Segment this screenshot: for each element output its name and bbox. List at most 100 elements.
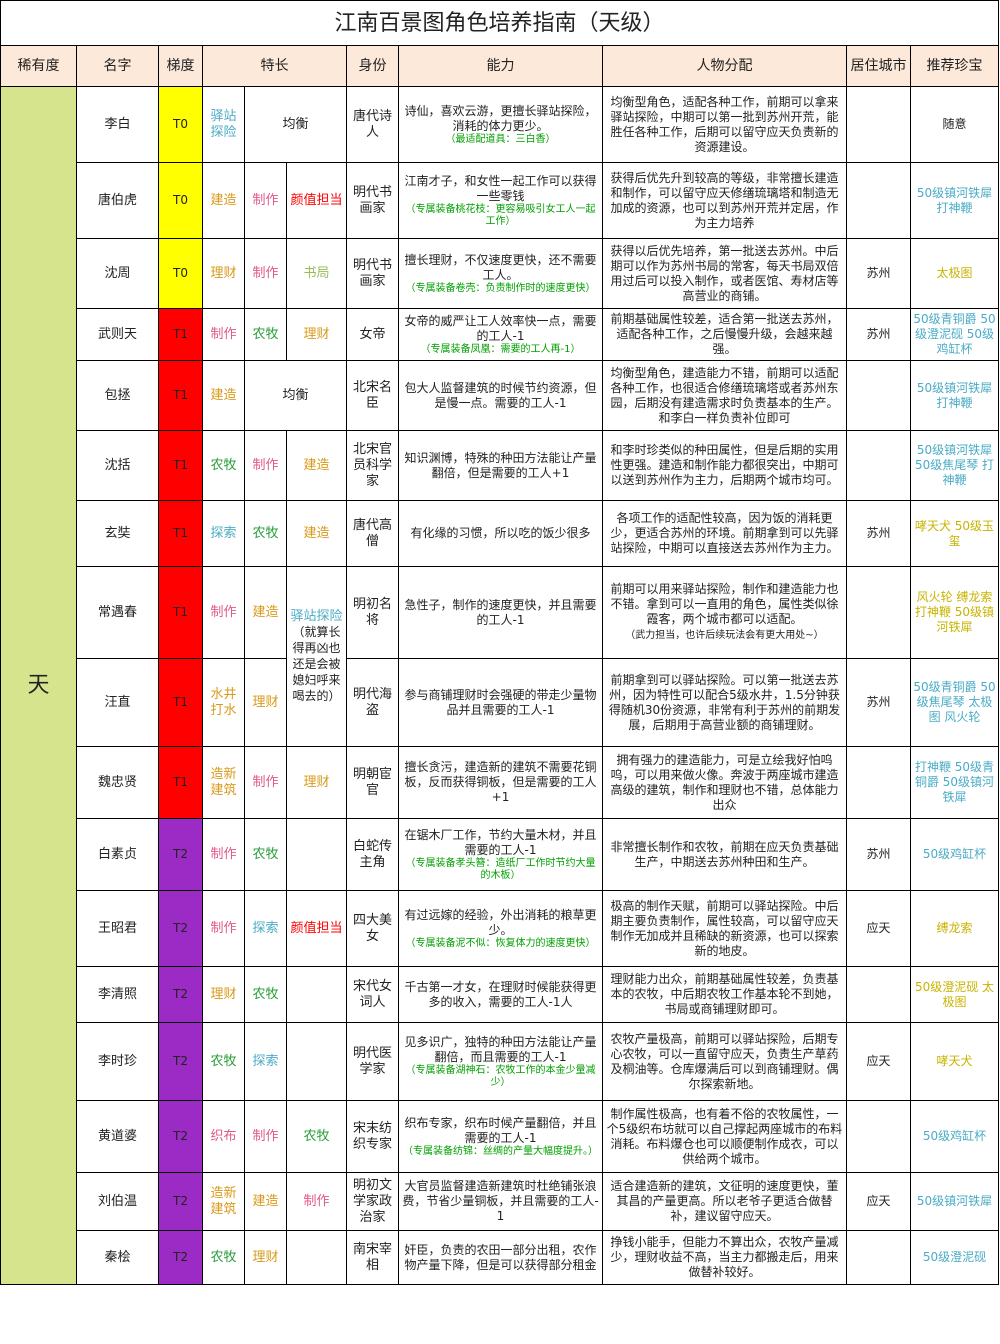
tier-badge: T1 [158,746,203,819]
treasure: 缚龙索 [909,890,1000,967]
specialty-empty [286,1022,347,1101]
city: 苏州 [846,818,911,891]
ability: 有化缘的习惯，所以吃的饭少很多 [398,500,603,567]
table-row: 玄奘 T1 探索 农牧 建造 唐代高僧 有化缘的习惯，所以吃的饭少很多 各项工作… [1,500,1000,567]
tier-badge: T1 [158,500,203,567]
identity: 北宋名臣 [346,360,399,431]
assignment: 极高的制作天赋，前期可以驿站探险。中后期主要负责制作，属性较高，可以留守应天制作… [602,890,847,967]
ability: 女帝的威严让工人效率快一点，需要的工人-1 （专属装备凤凰：需要的工人再-1） [398,308,603,361]
character-name: 白素贞 [76,818,159,891]
ability: 擅长贪污，建造新的建筑不需要花铜板，反而获得铜板，但是需要的工人+1 [398,746,603,819]
specialty-2: 理财 [244,1230,287,1285]
character-name: 唐伯虎 [76,162,159,239]
character-name: 包拯 [76,360,159,431]
specialty-2: 探索 [244,890,287,967]
specialty-3: 颜值担当 [286,162,347,239]
tier-badge: T1 [158,308,203,361]
treasure: 50级镇河铁犀 [909,1172,1000,1231]
character-name: 汪直 [76,658,159,747]
tier-badge: T2 [158,966,203,1023]
specialty-1: 水井打水 [202,658,245,747]
assignment: 制作属性极高，也有着不俗的农牧属性，一个5级织布坊就可以自己撑起两座城市的布料消… [602,1100,847,1173]
city [846,566,911,659]
assignment: 均衡型角色，建造能力不错，前期可以适配各种工作，也很适合修缮琉璃塔或者苏州东园，… [602,360,847,431]
treasure: 哮天犬 [909,1022,1000,1101]
treasure: 50级青铜爵 50级焦尾琴 太极图 风火轮 [909,658,1000,747]
ability: 知识渊博，特殊的种田方法能让产量翻倍，但是需要的工人+1 [398,430,603,501]
specialty-1: 制作 [202,818,245,891]
ability: 千古第一才女，在理财时候能获得更多的收入，需要的工人-1人 [398,966,603,1023]
table-row: 沈周 T0 理财 制作 书局 明代书画家 擅长理财，不仅速度更快，还不需要工人。… [1,238,1000,309]
character-name: 李白 [76,86,159,163]
specialty-3: 理财 [286,308,347,361]
table-row: 白素贞 T2 制作 农牧 白蛇传主角 在锯木厂工作，节约大量木材，并且需要的工人… [1,818,1000,891]
ability: 有过远嫁的经验，外出消耗的粮草更少。 （专属装备泥不似：恢复体力的速度更快） [398,890,603,967]
character-name: 李时珍 [76,1022,159,1101]
identity: 明代医学家 [346,1022,399,1101]
city [846,430,911,501]
ability: 包大人监督建筑的时候节约资源，但是慢一点。需要的工人-1 [398,360,603,431]
city [846,966,911,1023]
specialty-3: 颜值担当 [286,890,347,967]
table-row: 刘伯温 T2 造新建筑 建造 制作 明初文学家政治家 大官员监督建造新建筑时杜绝… [1,1172,1000,1231]
specialty-3: 农牧 [286,1100,347,1173]
assignment: 适合建造新的建筑，文征明的速度更快，董其昌的产量更高。所以老爷子更适合做替补，建… [602,1172,847,1231]
tier-badge: T2 [158,1172,203,1231]
specialty-2: 均衡 [244,86,347,163]
ability: 急性子，制作的速度更快，并且需要的工人-1 [398,566,603,659]
table-row: 唐伯虎 T0 建造 制作 颜值担当 明代书画家 江南才子，和女性一起工作可以获得… [1,162,1000,239]
assignment: 前期基础属性较差，适合第一批送去苏州，适配各种工作，之后慢慢升级，会越来越强。 [602,308,847,361]
specialty-2: 农牧 [244,308,287,361]
tier-badge: T2 [158,890,203,967]
specialty-1: 制作 [202,890,245,967]
assignment: 理财能力出众，前期基础属性较差，负责基本的农牧，中后期农牧工作基本轮不到她，书局… [602,966,847,1023]
specialty-1: 理财 [202,966,245,1023]
header-tier: 梯度 [158,45,203,87]
identity: 四大美女 [346,890,399,967]
specialty-empty [286,966,347,1023]
treasure: 随意 [909,86,1000,163]
treasure: 太极图 [909,238,1000,309]
specialty-2: 制作 [244,746,287,819]
tier-badge: T1 [158,658,203,747]
city [846,1230,911,1285]
treasure: 50级镇河铁犀 打神鞭 [909,360,1000,431]
character-name: 刘伯温 [76,1172,159,1231]
identity: 明初文学家政治家 [346,1172,399,1231]
ability: 擅长理财，不仅速度更快，还不需要工人。 （专属装备卷壳：负责制作时的速度更快） [398,238,603,309]
table-row: 王昭君 T2 制作 探索 颜值担当 四大美女 有过远嫁的经验，外出消耗的粮草更少… [1,890,1000,967]
character-name: 黄道婆 [76,1100,159,1173]
specialty-3: 理财 [286,746,347,819]
assignment: 拥有强力的建造能力，可是立绘我好怕呜呜，可以用来做火像。奔波于两座城市建造高级的… [602,746,847,819]
identity: 明朝宦官 [346,746,399,819]
tier-badge: T2 [158,1100,203,1173]
specialty-1: 造新建筑 [202,1172,245,1231]
tier-badge: T2 [158,818,203,891]
identity: 女帝 [346,308,399,361]
table-row: 秦桧 T2 农牧 理财 南宋宰相 奸臣，负责的农田一部分出租，农作物产量下降，但… [1,1230,1000,1285]
ability: 江南才子，和女性一起工作可以获得一些零钱 （专属装备桃花枝：更容易吸引女工人一起工… [398,162,603,239]
assignment: 挣钱小能手，但能力不算出众，农牧产量减少，理财收益不高，当主力都搬走后，用来做替… [602,1230,847,1285]
treasure: 50级澄泥砚 太极图 [909,966,1000,1023]
ability: 参与商铺理财时会强硬的带走少量物品并且需要的工人-1 [398,658,603,747]
table-row: 天 李白 T0 驿站探险 均衡 唐代诗人 诗仙，喜欢云游，更擅长驿站探险，消耗的… [0,86,1000,1285]
tier-badge: T0 [158,238,203,309]
specialty-2: 制作 [244,238,287,309]
table-row: 李时珍 T2 农牧 探索 明代医学家 见多识广，独特的种田方法能让产量翻倍，而且… [1,1022,1000,1101]
header-treasure: 推荐珍宝 [909,45,1000,87]
header-name: 名字 [76,45,159,87]
identity: 北宋官员科学家 [346,430,399,501]
city: 应天 [846,1022,911,1101]
identity: 宋末纺织专家 [346,1100,399,1173]
header-specialty: 特长 [202,45,347,87]
specialty-1: 农牧 [202,1230,245,1285]
treasure: 50级镇河铁犀 打神鞭 [909,162,1000,239]
treasure: 50级青铜爵 50级澄泥砚 50级鸡缸杯 [909,308,1000,361]
treasure: 50级鸡缸杯 [909,818,1000,891]
ability: 大官员监督建造新建筑时杜绝铺张浪费，节省少量铜板，并且需要的工人-1 [398,1172,603,1231]
tier-badge: T0 [158,162,203,239]
tier-badge: T1 [158,566,203,659]
table-row: 常遇春 T1 制作 建造 驿站探险 （就算长得再凶也还是会被媳妇呼来喝去的） 明初… [1,566,1000,747]
city: 苏州 [846,308,911,361]
city: 苏州 [846,500,911,567]
